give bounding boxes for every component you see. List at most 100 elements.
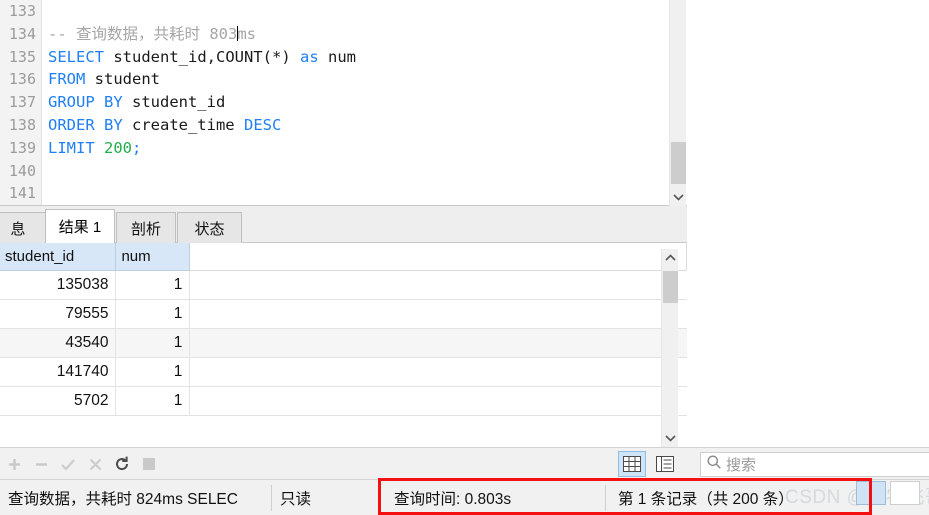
stop-icon[interactable] <box>137 452 161 476</box>
code-line[interactable]: LIMIT 200; <box>48 137 655 160</box>
code-token: 200 <box>104 138 133 157</box>
code-line[interactable]: SELECT student_id,COUNT(*) as num <box>48 46 655 69</box>
table-cell-filler <box>189 328 687 358</box>
code-token: LIMIT <box>48 138 95 157</box>
status-corner-field-a[interactable] <box>856 481 886 505</box>
line-number: 139 <box>8 138 36 157</box>
table-cell-filler <box>189 357 687 387</box>
code-line[interactable]: FROM student <box>48 68 655 91</box>
status-corner-field-b[interactable] <box>890 481 920 505</box>
code-token: FROM <box>48 70 86 89</box>
code-token: create_time <box>122 115 244 134</box>
code-token: ORDER BY <box>48 115 123 134</box>
line-number: 136 <box>8 70 36 89</box>
code-token: student <box>85 70 160 89</box>
table-cell[interactable]: 1 <box>115 386 191 416</box>
table-row[interactable]: 43540 1 <box>0 328 687 358</box>
status-corner-fields <box>856 481 920 505</box>
search-box[interactable]: 搜索 <box>700 452 929 477</box>
result-grid-table[interactable]: student_id num 135038 1 79555 1 43540 1 141740 1 5… <box>0 243 687 416</box>
table-cell[interactable]: 1 <box>115 299 191 329</box>
table-cell[interactable]: 1 <box>115 328 191 358</box>
code-token: COUNT <box>215 47 263 66</box>
grid-scroll-down-button[interactable] <box>662 430 678 447</box>
line-number: 137 <box>8 93 36 112</box>
table-cell[interactable]: 141740 <box>0 357 117 387</box>
code-token: SELECT <box>48 47 104 66</box>
tab-label: 剖析 <box>130 220 161 238</box>
column-header[interactable]: student_id <box>0 243 117 271</box>
code-token: DESC <box>243 115 282 134</box>
editor-code-area[interactable]: -- 查询数据，共耗时 803ms SELECT student_id,COUNT… <box>43 0 655 205</box>
code-line[interactable] <box>48 160 655 183</box>
grid-toolbar-icons <box>2 448 161 480</box>
editor-scroll-down-button[interactable] <box>670 189 686 206</box>
status-query-time: 查询时间: 0.803s <box>394 490 512 508</box>
code-line[interactable] <box>48 182 655 205</box>
status-divider <box>378 485 379 511</box>
line-number: 135 <box>8 47 36 66</box>
line-number: 141 <box>8 184 36 203</box>
search-input[interactable]: 搜索 <box>726 454 756 475</box>
grid-vertical-scrollbar[interactable] <box>661 249 678 447</box>
table-header-row: student_id num <box>0 243 687 271</box>
table-cell[interactable]: 5702 <box>0 386 117 416</box>
table-cell[interactable]: 79555 <box>0 299 117 329</box>
editor-line-number-gutter: 133 134 135 136 137 138 139 140 141 <box>0 0 42 205</box>
code-token: (*) <box>262 47 300 66</box>
result-tab-bar[interactable]: 息 结果 1 剖析 状态 <box>0 206 687 243</box>
minus-icon[interactable] <box>29 452 53 476</box>
code-token: ; <box>132 138 142 157</box>
close-icon[interactable] <box>83 452 107 476</box>
line-number: 134 <box>8 24 36 43</box>
table-cell[interactable]: 1 <box>115 270 191 300</box>
table-cell[interactable]: 1 <box>115 357 191 387</box>
table-cell-filler <box>189 270 687 300</box>
check-icon[interactable] <box>56 452 80 476</box>
status-divider <box>605 485 606 511</box>
result-grid-panel[interactable]: student_id num 135038 1 79555 1 43540 1 141740 1 5… <box>0 243 687 447</box>
tab-profile[interactable]: 剖析 <box>116 212 176 243</box>
table-row[interactable]: 79555 1 <box>0 299 687 329</box>
table-row[interactable]: 135038 1 <box>0 270 687 300</box>
refresh-icon[interactable] <box>110 452 134 476</box>
code-token: -- 查询数据，共耗时 803 <box>48 24 238 43</box>
table-row[interactable]: 5702 1 <box>0 386 687 416</box>
code-line[interactable] <box>48 0 655 23</box>
code-token: as <box>299 47 319 66</box>
view-mode-toggle[interactable] <box>618 451 679 477</box>
grid-scrollbar-thumb[interactable] <box>663 271 678 303</box>
table-cell[interactable]: 135038 <box>0 270 117 300</box>
tab-result-1[interactable]: 结果 1 <box>45 209 115 243</box>
code-line[interactable]: ORDER BY create_time DESC <box>48 114 655 137</box>
status-readonly: 只读 <box>280 490 312 508</box>
sql-client-window: 133 134 135 136 137 138 139 140 141 -- 查询数据，共耗时 … <box>0 0 929 515</box>
tab-status[interactable]: 状态 <box>177 212 242 243</box>
code-token: num <box>318 47 356 66</box>
code-token: ms <box>237 24 256 43</box>
plus-icon[interactable] <box>2 452 26 476</box>
column-header[interactable]: num <box>115 243 191 271</box>
editor-scrollbar-thumb[interactable] <box>671 142 686 184</box>
grid-view-icon[interactable] <box>618 451 646 477</box>
line-number: 138 <box>8 115 36 134</box>
tab-label: 结果 1 <box>58 219 102 236</box>
editor-vertical-scrollbar[interactable] <box>669 0 686 206</box>
table-cell[interactable]: 43540 <box>0 328 117 358</box>
code-line[interactable]: GROUP BY student_id <box>48 91 655 114</box>
column-header-filler <box>189 243 687 271</box>
table-row[interactable]: 141740 1 <box>0 357 687 387</box>
sql-editor-panel[interactable]: 133 134 135 136 137 138 139 140 141 -- 查询数据，共耗时 … <box>0 0 687 206</box>
grid-scroll-up-button[interactable] <box>662 249 678 266</box>
tab-info[interactable]: 息 <box>0 212 46 243</box>
grid-toolbar[interactable]: 搜索 <box>0 447 929 479</box>
tab-label: 息 <box>10 220 26 238</box>
search-icon <box>707 455 721 474</box>
code-line[interactable]: -- 查询数据，共耗时 803ms <box>48 23 655 46</box>
tab-label: 状态 <box>194 220 225 238</box>
table-cell-filler <box>189 386 687 416</box>
form-view-icon[interactable] <box>651 451 679 477</box>
line-number: 140 <box>8 161 36 180</box>
code-token: student_id <box>122 93 226 112</box>
